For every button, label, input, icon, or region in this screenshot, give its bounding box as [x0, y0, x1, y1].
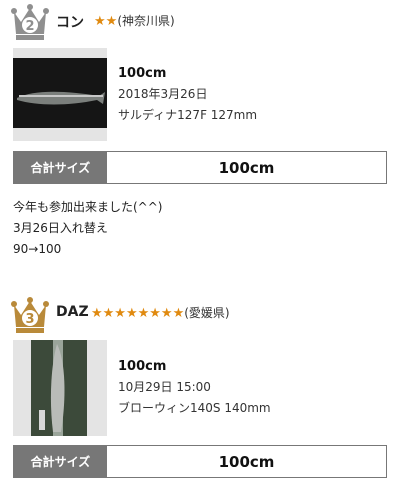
- fish-photo-image: [13, 48, 107, 141]
- total-size-label: 合計サイズ: [14, 152, 107, 183]
- total-size-label: 合計サイズ: [14, 446, 107, 477]
- prefecture: (神奈川県): [117, 14, 175, 28]
- catch-info: 100cm 10月29日 15:00 ブローウィン140S 140mm: [118, 356, 271, 419]
- fish-photo-image: [13, 340, 107, 436]
- lure-name: サルディナ127F 127mm: [118, 108, 258, 122]
- total-size-box: 合計サイズ 100cm: [13, 151, 387, 184]
- lure-name: ブローウィン140S 140mm: [118, 401, 271, 415]
- catch-info: 100cm 2018年3月26日 サルディナ127F 127mm: [118, 63, 257, 126]
- comment-line: 3月26日入れ替え: [13, 221, 108, 235]
- catch-length: 100cm: [118, 66, 167, 81]
- total-size-value: 100cm: [218, 158, 275, 177]
- catch-date: 10月29日 15:00: [118, 380, 211, 394]
- total-size-box: 合計サイズ 100cm: [13, 445, 387, 478]
- bronze-crown-icon: 3: [11, 297, 49, 333]
- angler-name: DAZ: [56, 304, 89, 320]
- ranking-entry: 3 DAZ ★★★★★★★★(愛媛県) 100cm 10月29日 15:00 ブ…: [0, 292, 400, 483]
- catch-photo[interactable]: [13, 48, 107, 141]
- comment-line: 90→100: [13, 242, 62, 256]
- total-size-value: 100cm: [218, 452, 275, 471]
- ranking-entry: 2 コン ★★(神奈川県) 100cm 2018年3月26日 サルディナ127F…: [0, 0, 400, 290]
- catch-date: 2018年3月26日: [118, 87, 208, 101]
- star-rating: ★★(神奈川県): [94, 12, 175, 29]
- svg-text:3: 3: [25, 312, 34, 327]
- stars: ★★★★★★★★: [91, 306, 185, 321]
- comment: 今年も参加出来ました(^^) 3月26日入れ替え 90→100: [13, 197, 162, 260]
- svg-text:2: 2: [25, 19, 34, 34]
- star-rating: ★★★★★★★★(愛媛県): [91, 304, 230, 321]
- catch-length: 100cm: [118, 359, 167, 374]
- prefecture: (愛媛県): [184, 306, 230, 320]
- silver-crown-icon: 2: [11, 4, 49, 40]
- stars: ★★: [94, 14, 118, 29]
- comment-line: 今年も参加出来ました(^^): [13, 200, 163, 214]
- angler-name: コン: [56, 15, 84, 31]
- catch-photo[interactable]: [13, 340, 107, 436]
